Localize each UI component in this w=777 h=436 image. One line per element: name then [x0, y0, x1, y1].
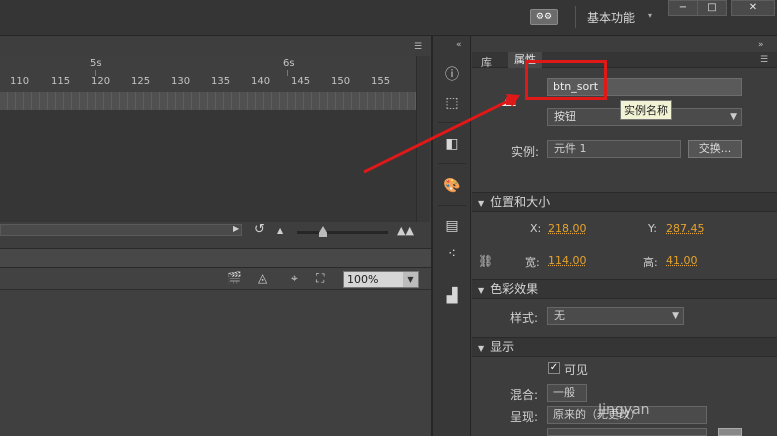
components-icon[interactable]: ▟	[442, 286, 462, 306]
frame-cells[interactable]	[0, 92, 416, 110]
style-select[interactable]: 无 ▼	[547, 307, 684, 325]
maximize-button[interactable]: □	[697, 0, 727, 16]
instance-label: 实例:	[511, 145, 540, 159]
y-label: Y:	[648, 222, 657, 235]
section-display[interactable]: ▼ 显示	[472, 337, 777, 357]
color-palette-icon[interactable]: 🎨	[442, 176, 462, 196]
time-marker: 6s	[283, 58, 295, 69]
style-value: 无	[554, 309, 565, 322]
y-value[interactable]: 287.45	[666, 222, 705, 235]
motion-presets-icon[interactable]: ⁖	[442, 244, 462, 264]
loop-icon[interactable]: ↺	[254, 222, 265, 237]
sync-settings-icon[interactable]: ⚙⚙	[530, 9, 558, 25]
chevron-down-icon[interactable]: ▼	[478, 344, 484, 353]
scroll-right-icon[interactable]: ▶	[233, 224, 239, 233]
x-label: X:	[530, 222, 542, 235]
section-position-size[interactable]: ▼ 位置和大小	[472, 192, 777, 212]
swap-button[interactable]: 交换...	[688, 140, 742, 158]
annotation-highlight-box	[525, 60, 607, 100]
align-icon[interactable]: ▤	[442, 216, 462, 236]
close-button[interactable]: ✕	[731, 0, 775, 16]
panel-menu-icon[interactable]: ☰	[760, 55, 768, 65]
frame-number: 120	[91, 76, 111, 87]
chevron-down-icon[interactable]: ▼	[478, 199, 484, 208]
panel-menu-icon[interactable]: ☰	[414, 42, 422, 52]
frame-number: 140	[251, 76, 271, 87]
chevron-down-icon[interactable]: ▼	[478, 286, 484, 295]
snap-center-icon[interactable]: ⌖	[291, 271, 298, 286]
timeline-horizontal-scrollbar[interactable]	[0, 224, 242, 236]
stage-area[interactable]	[0, 290, 431, 436]
symbol-type-value: 按钮	[554, 110, 576, 123]
frame-number: 135	[211, 76, 231, 87]
strip-divider	[438, 205, 466, 206]
zoom-in-icon[interactable]: ▲▲	[397, 224, 414, 237]
background-select[interactable]	[547, 428, 707, 436]
frame-number: 155	[371, 76, 391, 87]
link-chain-icon[interactable]: ⛓	[478, 254, 493, 268]
collapse-icon[interactable]: »	[758, 40, 764, 50]
timeline-body[interactable]	[0, 110, 416, 222]
workspace-switcher[interactable]: 基本功能	[587, 9, 635, 26]
height-value[interactable]: 41.00	[666, 254, 698, 267]
chevron-down-icon[interactable]: ▼	[672, 308, 679, 324]
width-value[interactable]: 114.00	[548, 254, 587, 267]
marker-tick	[287, 70, 288, 76]
minimize-button[interactable]: −	[668, 0, 698, 16]
section-title: 位置和大小	[490, 195, 551, 209]
title-bar	[0, 0, 777, 36]
frame-number: 130	[171, 76, 191, 87]
title-separator	[575, 6, 576, 28]
frame-number: 115	[51, 76, 71, 87]
frame-zoom-slider[interactable]	[297, 231, 388, 234]
clip-stage-icon[interactable]: ⛶	[316, 271, 324, 286]
zoom-value: 100%	[347, 273, 379, 286]
collapse-icon[interactable]: «	[456, 40, 462, 50]
frame-number: 125	[131, 76, 151, 87]
annotation-arrow	[363, 94, 520, 174]
watermark: Jingyan	[598, 402, 650, 418]
visible-checkbox[interactable]: ✓	[548, 362, 560, 374]
section-title: 色彩效果	[490, 282, 539, 296]
frame-number: 110	[10, 76, 30, 87]
background-color-swatch[interactable]	[718, 428, 742, 436]
info-icon[interactable]: ⓘ	[442, 65, 462, 85]
style-label: 样式:	[510, 311, 539, 325]
visible-label: 可见	[564, 363, 589, 377]
section-title: 显示	[490, 340, 515, 354]
frame-number: 150	[331, 76, 351, 87]
edit-symbol-icon[interactable]: ◬	[258, 271, 267, 285]
frame-number: 145	[291, 76, 311, 87]
tooltip: 实例名称	[620, 100, 672, 120]
blend-select[interactable]: 一般	[547, 384, 587, 402]
clapboard-icon[interactable]: 🎬	[227, 271, 242, 285]
stage-header	[0, 248, 431, 268]
chevron-down-icon[interactable]: ▼	[730, 109, 737, 125]
instance-of-field: 元件 1	[547, 140, 681, 158]
zoom-select[interactable]: 100% ▼	[343, 271, 419, 288]
blend-label: 混合:	[510, 388, 539, 402]
chevron-down-icon[interactable]: ▾	[648, 11, 652, 20]
zoom-out-icon[interactable]: ▲	[277, 226, 283, 235]
x-value[interactable]: 218.00	[548, 222, 587, 235]
section-color-effect[interactable]: ▼ 色彩效果	[472, 279, 777, 299]
time-marker: 5s	[90, 58, 102, 69]
width-label: 宽:	[525, 256, 540, 269]
height-label: 高:	[643, 256, 658, 269]
chevron-down-icon[interactable]: ▼	[403, 272, 418, 287]
tab-library[interactable]: 库	[481, 54, 492, 70]
render-label: 呈现:	[510, 410, 539, 424]
